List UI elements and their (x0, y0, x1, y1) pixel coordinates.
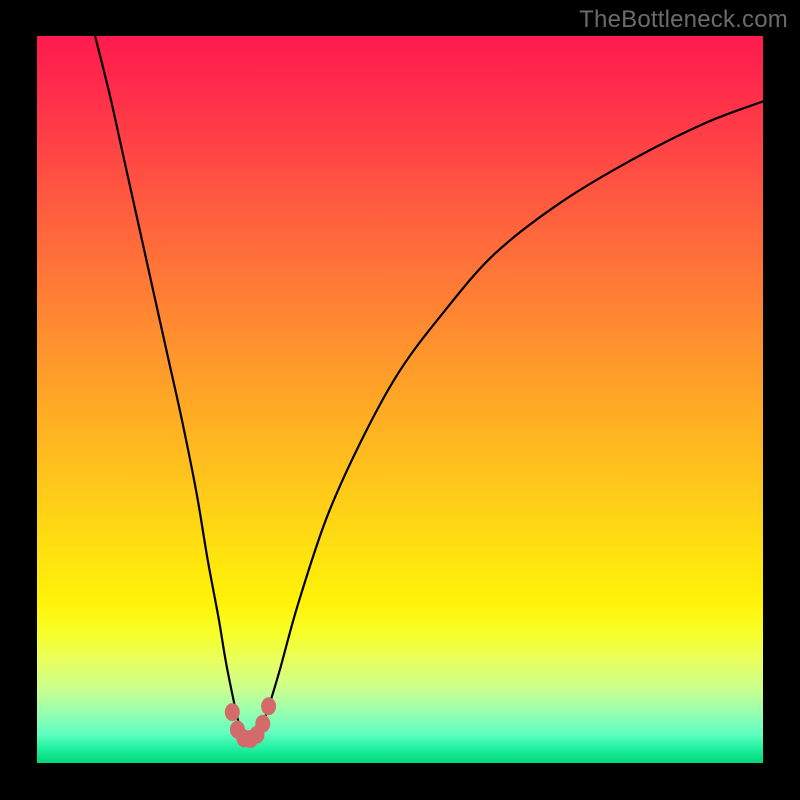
curve-marker (236, 729, 251, 747)
bottleneck-curve (37, 36, 763, 763)
curve-marker (243, 730, 258, 748)
curve-marker (261, 697, 276, 715)
curve-marker (249, 726, 264, 744)
curve-marker (230, 721, 245, 739)
curve-marker (225, 703, 240, 721)
chart-frame: TheBottleneck.com (0, 0, 800, 800)
watermark-text: TheBottleneck.com (579, 6, 788, 34)
plot-area (37, 36, 763, 763)
curve-marker (255, 715, 270, 733)
